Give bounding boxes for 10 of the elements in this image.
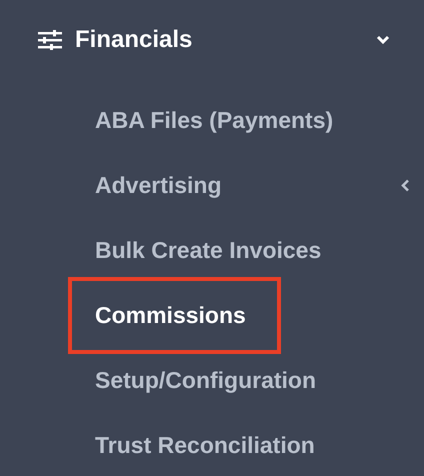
menu-item[interactable]: Trust Reconciliation: [95, 432, 315, 459]
chevron-down-icon[interactable]: [376, 35, 390, 45]
section-header[interactable]: Financials: [38, 26, 192, 54]
chevron-left-icon[interactable]: [401, 179, 410, 192]
menu-item[interactable]: ABA Files (Payments): [95, 107, 334, 134]
menu-item[interactable]: Advertising: [95, 172, 222, 199]
menu-item[interactable]: Bulk Create Invoices: [95, 237, 322, 264]
menu-item[interactable]: Commissions: [68, 277, 281, 354]
sliders-icon: [38, 30, 62, 50]
menu-item[interactable]: Setup/Configuration: [95, 367, 316, 394]
